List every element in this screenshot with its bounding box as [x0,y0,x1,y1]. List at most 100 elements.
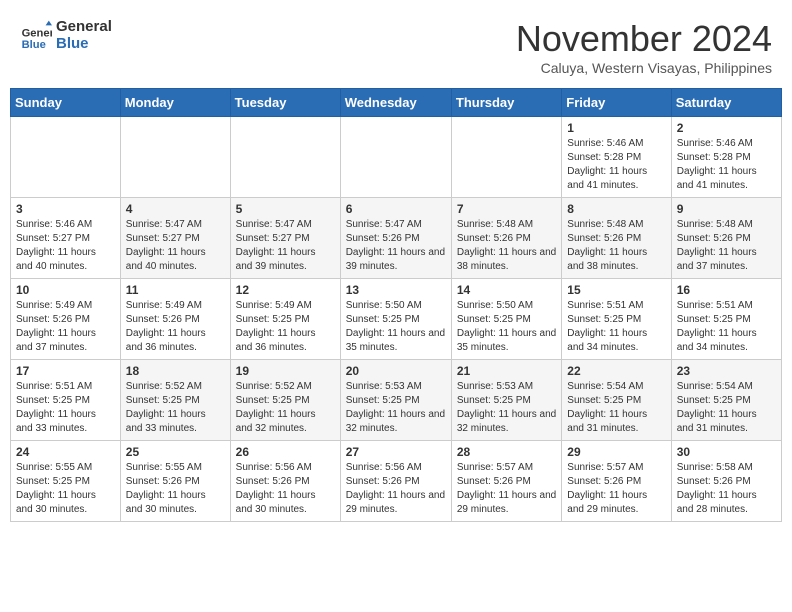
weekday-header-row: SundayMondayTuesdayWednesdayThursdayFrid… [11,89,782,117]
day-info: Sunrise: 5:56 AM Sunset: 5:26 PM Dayligh… [346,461,446,517]
day-info: Sunrise: 5:55 AM Sunset: 5:25 PM Dayligh… [16,461,115,517]
month-title: November 2024 [516,18,772,60]
day-info: Sunrise: 5:50 AM Sunset: 5:25 PM Dayligh… [457,299,556,355]
week-row-2: 3 Sunrise: 5:46 AM Sunset: 5:27 PM Daylig… [11,198,782,279]
calendar-cell [340,117,451,198]
logo-blue: Blue [56,35,112,52]
calendar-cell [451,117,561,198]
calendar-cell: 28 Sunrise: 5:57 AM Sunset: 5:26 PM Dayli… [451,441,561,522]
day-number: 19 [236,364,335,378]
weekday-header-wednesday: Wednesday [340,89,451,117]
day-number: 9 [677,202,776,216]
weekday-header-sunday: Sunday [11,89,121,117]
day-info: Sunrise: 5:53 AM Sunset: 5:25 PM Dayligh… [346,380,446,436]
day-number: 1 [567,121,665,135]
day-info: Sunrise: 5:46 AM Sunset: 5:28 PM Dayligh… [567,137,665,193]
day-number: 12 [236,283,335,297]
day-info: Sunrise: 5:51 AM Sunset: 5:25 PM Dayligh… [16,380,115,436]
day-number: 11 [126,283,225,297]
calendar-cell: 10Sunrise: 5:49 AM Sunset: 5:26 PM Dayli… [11,279,121,360]
day-info: Sunrise: 5:54 AM Sunset: 5:25 PM Dayligh… [677,380,776,436]
day-info: Sunrise: 5:52 AM Sunset: 5:25 PM Dayligh… [236,380,335,436]
day-number: 25 [126,445,225,459]
day-number: 7 [457,202,556,216]
calendar-cell: 23 Sunrise: 5:54 AM Sunset: 5:25 PM Dayli… [671,360,781,441]
calendar-cell: 27Sunrise: 5:56 AM Sunset: 5:26 PM Dayli… [340,441,451,522]
week-row-4: 17 Sunrise: 5:51 AM Sunset: 5:25 PM Dayli… [11,360,782,441]
calendar-cell: 8Sunrise: 5:48 AM Sunset: 5:26 PM Daylig… [562,198,671,279]
calendar-cell: 13 Sunrise: 5:50 AM Sunset: 5:25 PM Dayli… [340,279,451,360]
calendar-cell: 6 Sunrise: 5:47 AM Sunset: 5:26 PM Daylig… [340,198,451,279]
calendar-cell [11,117,121,198]
day-number: 17 [16,364,115,378]
calendar-cell: 24Sunrise: 5:55 AM Sunset: 5:25 PM Dayli… [11,441,121,522]
calendar-cell [230,117,340,198]
day-number: 15 [567,283,665,297]
calendar-cell: 11 Sunrise: 5:49 AM Sunset: 5:26 PM Dayli… [120,279,230,360]
calendar-cell: 17 Sunrise: 5:51 AM Sunset: 5:25 PM Dayli… [11,360,121,441]
day-info: Sunrise: 5:57 AM Sunset: 5:26 PM Dayligh… [457,461,556,517]
calendar-cell: 4 Sunrise: 5:47 AM Sunset: 5:27 PM Daylig… [120,198,230,279]
calendar-cell: 12 Sunrise: 5:49 AM Sunset: 5:25 PM Dayli… [230,279,340,360]
weekday-header-thursday: Thursday [451,89,561,117]
weekday-header-friday: Friday [562,89,671,117]
day-number: 13 [346,283,446,297]
day-number: 29 [567,445,665,459]
day-info: Sunrise: 5:49 AM Sunset: 5:26 PM Dayligh… [16,299,115,355]
day-info: Sunrise: 5:55 AM Sunset: 5:26 PM Dayligh… [126,461,225,517]
page-header: General Blue General Blue November 2024 … [10,10,782,80]
week-row-1: 1 Sunrise: 5:46 AM Sunset: 5:28 PM Daylig… [11,117,782,198]
logo-general: General [56,18,112,35]
week-row-3: 10Sunrise: 5:49 AM Sunset: 5:26 PM Dayli… [11,279,782,360]
day-info: Sunrise: 5:57 AM Sunset: 5:26 PM Dayligh… [567,461,665,517]
weekday-header-monday: Monday [120,89,230,117]
calendar-cell: 14 Sunrise: 5:50 AM Sunset: 5:25 PM Dayli… [451,279,561,360]
day-number: 23 [677,364,776,378]
calendar-cell: 29 Sunrise: 5:57 AM Sunset: 5:26 PM Dayli… [562,441,671,522]
day-info: Sunrise: 5:46 AM Sunset: 5:28 PM Dayligh… [677,137,776,193]
day-info: Sunrise: 5:51 AM Sunset: 5:25 PM Dayligh… [677,299,776,355]
day-number: 28 [457,445,556,459]
day-info: Sunrise: 5:49 AM Sunset: 5:25 PM Dayligh… [236,299,335,355]
calendar-cell: 3 Sunrise: 5:46 AM Sunset: 5:27 PM Daylig… [11,198,121,279]
day-number: 22 [567,364,665,378]
location-subtitle: Caluya, Western Visayas, Philippines [516,60,772,76]
weekday-header-tuesday: Tuesday [230,89,340,117]
day-info: Sunrise: 5:52 AM Sunset: 5:25 PM Dayligh… [126,380,225,436]
calendar-table: SundayMondayTuesdayWednesdayThursdayFrid… [10,88,782,522]
day-info: Sunrise: 5:47 AM Sunset: 5:27 PM Dayligh… [126,218,225,274]
svg-text:Blue: Blue [22,39,46,51]
calendar-cell: 5 Sunrise: 5:47 AM Sunset: 5:27 PM Daylig… [230,198,340,279]
calendar-cell: 18 Sunrise: 5:52 AM Sunset: 5:25 PM Dayli… [120,360,230,441]
day-info: Sunrise: 5:47 AM Sunset: 5:27 PM Dayligh… [236,218,335,274]
day-info: Sunrise: 5:46 AM Sunset: 5:27 PM Dayligh… [16,218,115,274]
calendar-cell: 20Sunrise: 5:53 AM Sunset: 5:25 PM Dayli… [340,360,451,441]
calendar-cell: 25 Sunrise: 5:55 AM Sunset: 5:26 PM Dayli… [120,441,230,522]
svg-text:General: General [22,28,52,40]
logo-icon: General Blue [20,19,52,51]
calendar-cell: 7Sunrise: 5:48 AM Sunset: 5:26 PM Daylig… [451,198,561,279]
calendar-cell: 21Sunrise: 5:53 AM Sunset: 5:25 PM Dayli… [451,360,561,441]
day-number: 16 [677,283,776,297]
day-info: Sunrise: 5:49 AM Sunset: 5:26 PM Dayligh… [126,299,225,355]
day-info: Sunrise: 5:50 AM Sunset: 5:25 PM Dayligh… [346,299,446,355]
day-number: 14 [457,283,556,297]
calendar-cell: 30Sunrise: 5:58 AM Sunset: 5:26 PM Dayli… [671,441,781,522]
day-number: 5 [236,202,335,216]
day-number: 4 [126,202,225,216]
calendar-cell: 1 Sunrise: 5:46 AM Sunset: 5:28 PM Daylig… [562,117,671,198]
day-info: Sunrise: 5:54 AM Sunset: 5:25 PM Dayligh… [567,380,665,436]
day-info: Sunrise: 5:56 AM Sunset: 5:26 PM Dayligh… [236,461,335,517]
day-number: 6 [346,202,446,216]
day-info: Sunrise: 5:48 AM Sunset: 5:26 PM Dayligh… [567,218,665,274]
day-info: Sunrise: 5:47 AM Sunset: 5:26 PM Dayligh… [346,218,446,274]
day-info: Sunrise: 5:48 AM Sunset: 5:26 PM Dayligh… [677,218,776,274]
title-block: November 2024 Caluya, Western Visayas, P… [516,18,772,76]
day-number: 3 [16,202,115,216]
day-info: Sunrise: 5:51 AM Sunset: 5:25 PM Dayligh… [567,299,665,355]
day-info: Sunrise: 5:53 AM Sunset: 5:25 PM Dayligh… [457,380,556,436]
day-number: 18 [126,364,225,378]
calendar-cell: 16 Sunrise: 5:51 AM Sunset: 5:25 PM Dayli… [671,279,781,360]
calendar-cell: 22 Sunrise: 5:54 AM Sunset: 5:25 PM Dayli… [562,360,671,441]
day-number: 26 [236,445,335,459]
